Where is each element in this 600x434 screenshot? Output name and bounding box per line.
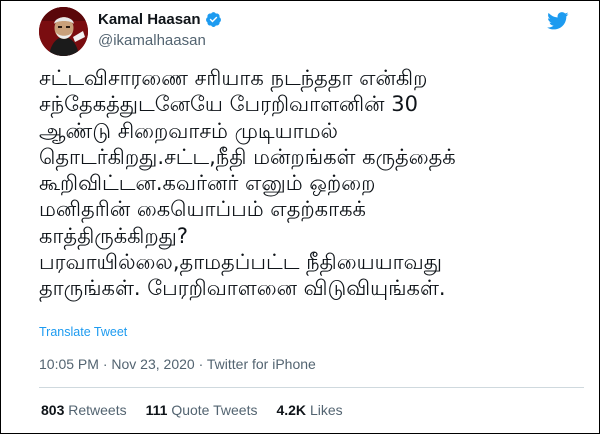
divider	[39, 387, 584, 388]
tweet-text: சட்டவிசாரணை சரியாக நடந்ததா என்கிற சந்தேக…	[39, 65, 584, 302]
likes-label: Likes	[309, 402, 343, 418]
meta-separator: ·	[198, 356, 204, 372]
likes-count: 4.2K	[276, 402, 307, 418]
tweet-line: ஆண்டு சிறைவாசம் முடியாமல்	[39, 118, 338, 143]
tweet-source[interactable]: Twitter for iPhone	[207, 356, 316, 372]
tweet-card: Kamal Haasan @ikamalhaasan சட்டவிசாரணை ச…	[0, 0, 600, 434]
meta-separator: ·	[102, 356, 108, 372]
tweet-line: தொடர்கிறது.சட்ட,நீதி மன்றங்கள் கருத்தைக்	[39, 144, 456, 169]
verified-badge-icon	[205, 12, 221, 27]
user-handle[interactable]: @ikamalhaasan	[98, 32, 206, 49]
tweet-line: தாருங்கள். பேரறிவாளனை விடுவியுங்கள்.	[39, 276, 446, 301]
retweets-label: Retweets	[68, 402, 127, 418]
likes-stat[interactable]: 4.2K Likes	[276, 402, 342, 418]
tweet-line: கூறிவிட்டன.கவர்னர் எனும் ஒற்றை	[39, 171, 376, 196]
tweet-line: காத்திருக்கிறது?	[39, 223, 189, 248]
tweet-line: சந்தேகத்துடனேயே பேரறிவாளனின் 30	[39, 92, 418, 117]
retweets-stat[interactable]: 803 Retweets	[41, 402, 127, 418]
tweet-time[interactable]: 10:05 PM	[39, 356, 99, 372]
quote-tweets-stat[interactable]: 111 Quote Tweets	[146, 402, 258, 418]
tweet-line: மனிதரின் கையொப்பம் எதற்காகக்	[39, 197, 366, 222]
tweet-date[interactable]: Nov 23, 2020	[111, 356, 194, 372]
quote-tweets-count: 111	[145, 402, 168, 418]
quote-tweets-label: Quote Tweets	[171, 402, 258, 418]
twitter-bird-icon[interactable]	[547, 12, 569, 30]
tweet-line: பரவாயில்லை,தாமதப்பட்ட நீதியையாவது	[39, 250, 442, 275]
display-name[interactable]: Kamal Haasan	[98, 11, 201, 28]
user-name-row[interactable]: Kamal Haasan	[98, 11, 222, 28]
engagement-stats: 803 Retweets 111 Quote Tweets 4.2K Likes	[41, 402, 343, 418]
tweet-metadata: 10:05 PM · Nov 23, 2020 · Twitter for iP…	[39, 356, 316, 372]
retweets-count: 803	[41, 402, 65, 418]
avatar[interactable]	[39, 7, 88, 56]
tweet-line: சட்டவிசாரணை சரியாக நடந்ததா என்கிற	[39, 66, 428, 90]
translate-tweet-link[interactable]: Translate Tweet	[39, 325, 127, 339]
profile-photo-icon	[39, 7, 88, 56]
